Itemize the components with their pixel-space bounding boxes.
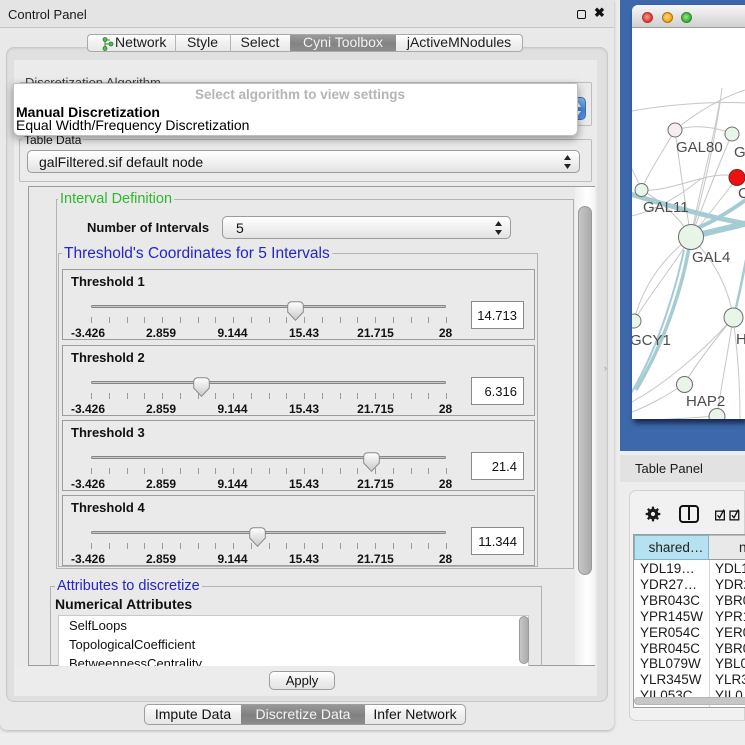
svg-text:G.: G. xyxy=(734,144,745,161)
svg-text:HAP2: HAP2 xyxy=(686,393,725,410)
svg-text:GAL11: GAL11 xyxy=(643,199,689,216)
svg-text:GCY1: GCY1 xyxy=(632,332,671,349)
svg-text:GAL80: GAL80 xyxy=(676,139,723,156)
svg-text:H: H xyxy=(736,331,745,348)
svg-text:GAL4: GAL4 xyxy=(692,249,730,266)
svg-text:C: C xyxy=(738,185,745,202)
